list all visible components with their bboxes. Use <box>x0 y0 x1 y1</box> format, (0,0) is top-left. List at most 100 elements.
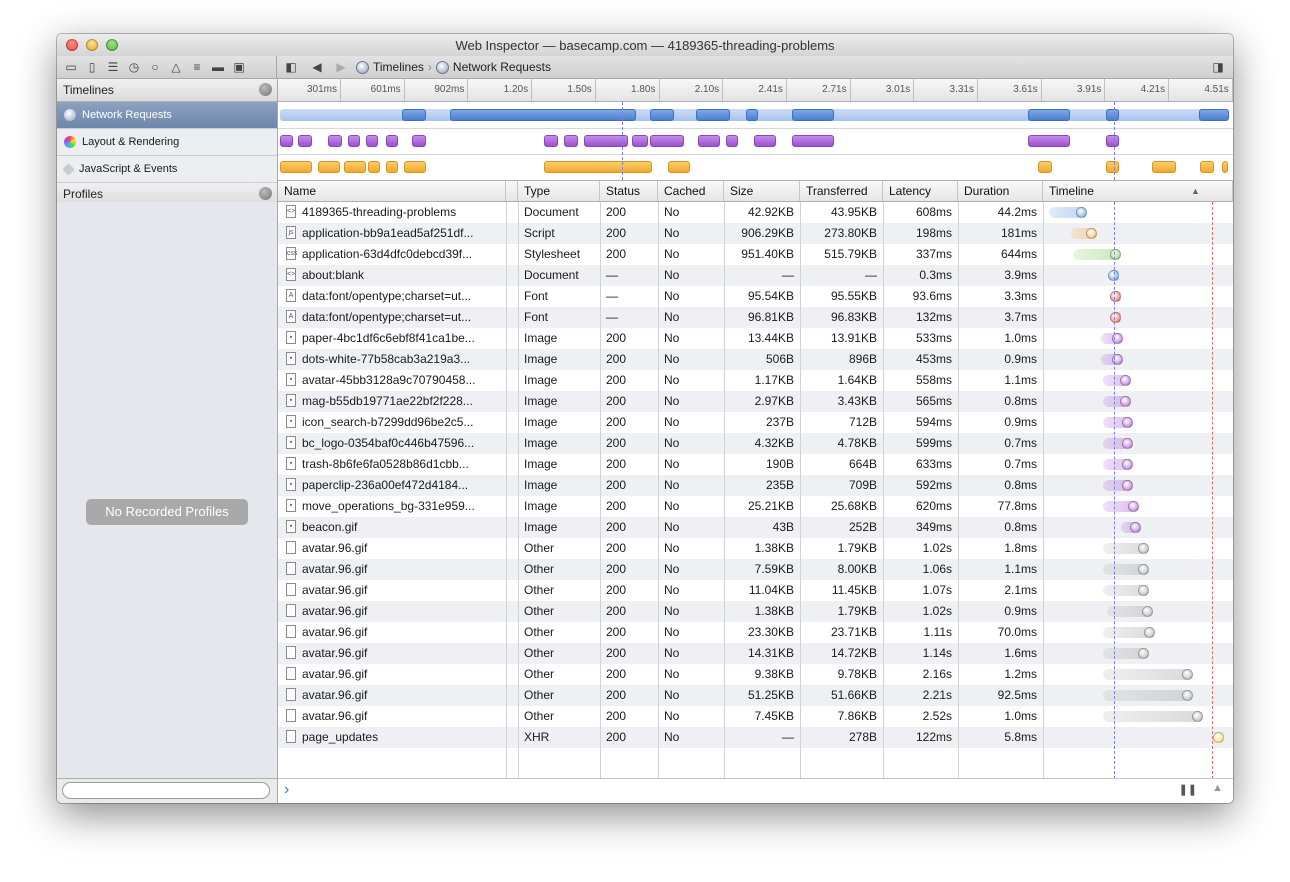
database-icon[interactable]: ☰ <box>106 60 120 74</box>
column-header-latency[interactable]: Latency <box>883 181 958 201</box>
table-row[interactable]: avatar.96.gif Other 200 No 14.31KB 14.72KB 1.1… <box>278 643 1233 664</box>
table-row[interactable]: ▪ trash-8b6fe6fa0528b86d1cbb... Image 200 No… <box>278 454 1233 475</box>
table-row[interactable]: page_updates XHR 200 No — 278B 122ms 5.8ms <box>278 727 1233 748</box>
sort-ascending-icon[interactable]: ▲ <box>1191 181 1200 201</box>
network-track[interactable] <box>278 102 1233 129</box>
minimize-window-button[interactable] <box>86 39 98 51</box>
table-row[interactable]: avatar.96.gif Other 200 No 11.04KB 11.45KB 1.0… <box>278 580 1233 601</box>
cell-status: 200 <box>606 499 627 513</box>
ruler-tick: 3.01s <box>851 79 915 101</box>
cell-cached: No <box>664 646 680 660</box>
table-row[interactable]: js application-bb9a1ead5af251df... Script 2… <box>278 223 1233 244</box>
title-bar: Web Inspector — basecamp.com — 4189365-t… <box>57 34 1233 56</box>
table-row[interactable]: ▪ paperclip-236a00ef472d4184... Image 200 No… <box>278 475 1233 496</box>
table-row[interactable]: avatar.96.gif Other 200 No 23.30KB 23.71KB 1.1… <box>278 622 1233 643</box>
font-file-icon: A <box>286 310 296 323</box>
breadcrumb: Timelines › Network Requests <box>356 60 551 74</box>
column-header-cached[interactable]: Cached <box>658 181 724 201</box>
column-separator <box>800 202 801 779</box>
column-header-transferred[interactable]: Transferred <box>800 181 883 201</box>
table-row[interactable]: ▪ dots-white-77b58cab3a219a3... Image 200 No… <box>278 349 1233 370</box>
list-icon[interactable]: ≡ <box>190 60 204 74</box>
cell-type: Font <box>524 310 549 324</box>
column-header-timeline[interactable]: Timeline <box>1043 181 1233 201</box>
cell-duration: 644ms <box>1000 247 1037 261</box>
filter-input[interactable] <box>62 782 270 799</box>
dock-toggle-icon[interactable]: ◨ <box>1211 60 1225 74</box>
table-row[interactable]: <> 4189365-threading-problems Document 200 N… <box>278 202 1233 223</box>
request-timeline-endpoint <box>1122 417 1133 428</box>
forward-arrow-icon[interactable]: ▶ <box>334 60 348 74</box>
warning-icon[interactable]: △ <box>169 60 183 74</box>
document-icon[interactable]: ▯ <box>85 60 99 74</box>
ruler-tick: 1.20s <box>469 79 533 101</box>
table-row[interactable]: <> about:blank Document — No — — 0.3ms 3.9ms <box>278 265 1233 286</box>
table-row[interactable]: ▪ move_operations_bg-331e959... Image 200 No… <box>278 496 1233 517</box>
close-window-button[interactable] <box>66 39 78 51</box>
sidebar-toggle-icon[interactable]: ◧ <box>284 60 298 74</box>
table-row[interactable]: Adata:font/opentype;charset=ut... Font — No… <box>278 286 1233 307</box>
breadcrumb-network-requests[interactable]: Network Requests <box>453 60 551 74</box>
tag-icon[interactable]: ▬ <box>211 60 225 74</box>
table-row[interactable]: avatar.96.gif Other 200 No 7.45KB 7.86KB 2.52s… <box>278 706 1233 727</box>
record-icon[interactable] <box>259 83 272 96</box>
collapse-arrow-icon[interactable]: ▲ <box>1212 782 1223 794</box>
breadcrumb-timelines[interactable]: Timelines <box>373 60 424 74</box>
cell-type: Other <box>524 688 555 702</box>
column-header-duration[interactable]: Duration <box>958 181 1043 201</box>
cell-latency: 337ms <box>915 247 952 261</box>
timeline-segment <box>450 109 636 121</box>
zoom-window-button[interactable] <box>106 39 118 51</box>
column-header-size[interactable]: Size <box>724 181 800 201</box>
column-header-name[interactable]: Name <box>278 181 506 201</box>
color-wheel-icon <box>64 136 76 148</box>
table-row[interactable]: ▪ beacon.gif Image 200 No 43B 252B 349ms 0.8ms <box>278 517 1233 538</box>
table-row[interactable]: Adata:font/opentype;charset=ut... Font — No… <box>278 307 1233 328</box>
search-icon[interactable]: ○ <box>148 60 162 74</box>
table-row[interactable]: css application-63d4dfc0debcd39f... Styles… <box>278 244 1233 265</box>
column-header-type[interactable]: Type <box>518 181 600 201</box>
panel-icon[interactable]: ▭ <box>64 60 78 74</box>
current-time-marker <box>1212 202 1213 779</box>
sidebar-item-layout-rendering[interactable]: Layout & Rendering <box>57 129 277 156</box>
cell-size: — <box>782 730 794 744</box>
cell-latency: 594ms <box>915 415 952 429</box>
table-row[interactable]: ▪ bc_logo-0354baf0c446b47596... Image 200 No… <box>278 433 1233 454</box>
cell-cached: No <box>664 667 680 681</box>
table-row[interactable]: avatar.96.gif Other 200 No 7.59KB 8.00KB 1.06s… <box>278 559 1233 580</box>
cell-name: mag-b55db19771ae22bf2f228... <box>302 394 473 408</box>
cell-transferred: 11.45KB <box>831 583 877 597</box>
cell-latency: 1.02s <box>922 541 952 555</box>
table-row[interactable]: ▪ mag-b55db19771ae22bf2f228... Image 200 No 2… <box>278 391 1233 412</box>
table-row[interactable]: ▪ paper-4bc1df6c6ebf8f41ca1be... Image 200 N… <box>278 328 1233 349</box>
back-arrow-icon[interactable]: ◀ <box>310 60 324 74</box>
table-row[interactable]: ▪ avatar-45bb3128a9c70790458... Image 200 No… <box>278 370 1233 391</box>
timeline-segment <box>1028 109 1070 121</box>
javascript-track[interactable] <box>278 154 1233 181</box>
layout-track[interactable] <box>278 128 1233 155</box>
sidebar-item-javascript-events[interactable]: JavaScript & Events <box>57 156 277 183</box>
column-header-status[interactable]: Status <box>600 181 658 201</box>
cell-type: Image <box>524 436 558 450</box>
cell-transferred: 95.55KB <box>830 289 877 303</box>
table-row[interactable]: avatar.96.gif Other 200 No 1.38KB 1.79KB 1.02s… <box>278 538 1233 559</box>
cell-status: 200 <box>606 604 627 618</box>
timeline-icon[interactable]: ◷ <box>127 60 141 74</box>
pause-icon[interactable]: ❚❚ <box>1179 783 1197 796</box>
table-row[interactable]: avatar.96.gif Other 200 No 51.25KB 51.66KB 2.2… <box>278 685 1233 706</box>
cell-status: 200 <box>606 583 627 597</box>
timeline-segment <box>402 109 426 121</box>
console-prompt[interactable]: › <box>284 781 289 799</box>
table-row[interactable]: avatar.96.gif Other 200 No 9.38KB 9.78KB 2.16s… <box>278 664 1233 685</box>
table-row[interactable]: ▪ icon_search-b7299dd96be2c5... Image 200 No… <box>278 412 1233 433</box>
ruler-tick: 601ms <box>342 79 405 101</box>
table-row[interactable]: avatar.96.gif Other 200 No 1.38KB 1.79KB 1.02s… <box>278 601 1233 622</box>
cell-duration: 3.3ms <box>1004 289 1037 303</box>
cell-name: avatar.96.gif <box>302 646 368 660</box>
ruler-tick: 1.50s <box>533 79 596 101</box>
cell-cached: No <box>664 331 680 345</box>
profile-record-icon[interactable] <box>259 187 272 200</box>
cell-cached: No <box>664 289 680 303</box>
console-icon[interactable]: ▣ <box>232 60 246 74</box>
sidebar-item-network-requests[interactable]: Network Requests <box>57 102 277 129</box>
